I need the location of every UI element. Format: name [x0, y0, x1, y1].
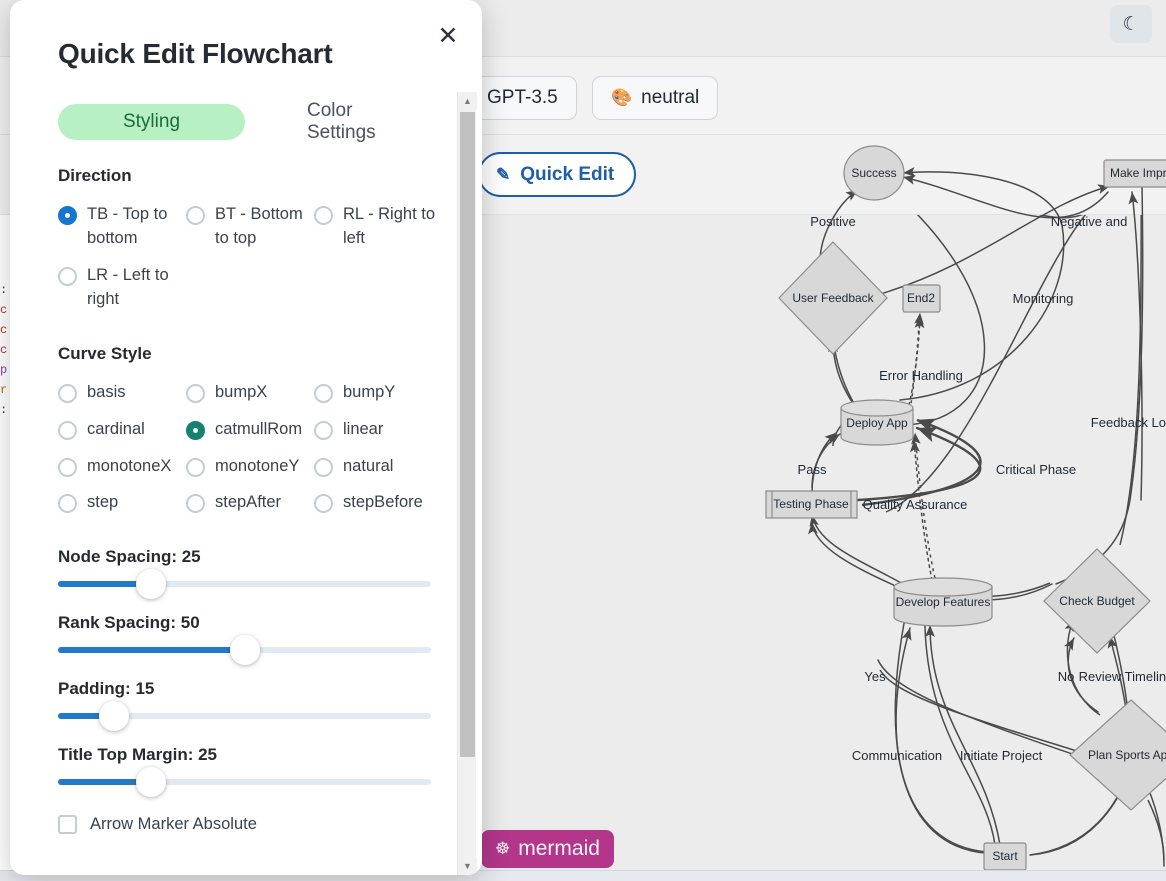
radio-label: monotoneY: [215, 454, 299, 479]
radio-label: catmullRom: [215, 417, 302, 442]
radio-curve-bumpy[interactable]: bumpY: [314, 374, 442, 411]
radio-indicator: [314, 384, 333, 403]
radio-indicator: [314, 458, 333, 477]
radio-curve-linear[interactable]: linear: [314, 411, 442, 448]
radio-indicator: [186, 206, 205, 225]
radio-indicator: [186, 494, 205, 513]
radio-indicator: [58, 206, 77, 225]
page-title: Quick Edit Flowchart: [58, 38, 332, 70]
radio-indicator: [314, 494, 333, 513]
radio-indicator: [186, 458, 205, 477]
app-root: ☾ GPT-3.5 🎨 neutral ✎ Quick Edit: [0, 0, 1166, 881]
tab-styling[interactable]: Styling: [58, 104, 245, 140]
quick-edit-flowchart-modal: ✕ Quick Edit Flowchart Styling Color Set…: [10, 0, 482, 875]
tab-styling-label: Styling: [123, 111, 180, 133]
radio-curve-cardinal[interactable]: cardinal: [58, 411, 186, 448]
radio-indicator: [58, 421, 77, 440]
close-icon[interactable]: ✕: [432, 20, 464, 52]
node-spacing-label: Node Spacing: 25: [58, 547, 432, 567]
radio-indicator: [314, 206, 333, 225]
scroll-down-icon[interactable]: ▼: [458, 857, 477, 875]
radio-label: step: [87, 490, 118, 515]
quick-edit-label: Quick Edit: [520, 164, 614, 186]
radio-indicator: [58, 458, 77, 477]
radio-label: bumpX: [215, 380, 267, 405]
arrow-marker-absolute-label: Arrow Marker Absolute: [90, 815, 257, 834]
radio-indicator: [186, 384, 205, 403]
modal-body: Styling Color Settings Direction TB - To…: [10, 92, 482, 875]
radio-direction-rl[interactable]: RL - Right to left: [314, 196, 442, 257]
node-spacing-slider[interactable]: [58, 581, 431, 587]
quick-edit-button[interactable]: ✎ Quick Edit: [478, 152, 636, 197]
modal-tabs: Styling Color Settings: [58, 104, 432, 140]
direction-section-title: Direction: [58, 166, 432, 186]
curve-style-radio-group: basis bumpX bumpY cardinal: [58, 374, 432, 522]
radio-label: LR - Left to right: [87, 263, 186, 312]
hash-icon: ☸: [495, 839, 510, 859]
radio-label: cardinal: [87, 417, 145, 442]
arrow-marker-absolute-checkbox[interactable]: [58, 815, 77, 834]
radio-curve-monotoney[interactable]: monotoneY: [186, 448, 314, 485]
model-chip-label: GPT-3.5: [487, 87, 558, 109]
padding-slider[interactable]: [58, 713, 431, 719]
radio-indicator: [58, 384, 77, 403]
title-top-margin-slider[interactable]: [58, 779, 431, 785]
radio-label: stepAfter: [215, 490, 281, 515]
direction-radio-group: TB - Top to bottom BT - Bottom to top RL…: [58, 196, 432, 318]
arrow-marker-absolute-row[interactable]: Arrow Marker Absolute: [58, 815, 432, 834]
radio-label: basis: [87, 380, 126, 405]
curve-style-section-title: Curve Style: [58, 344, 432, 364]
model-chip[interactable]: GPT-3.5: [468, 76, 577, 120]
radio-indicator: [58, 494, 77, 513]
radio-curve-step[interactable]: step: [58, 484, 186, 521]
moon-icon[interactable]: ☾: [1110, 5, 1152, 43]
scroll-up-icon[interactable]: ▲: [458, 92, 477, 110]
rank-spacing-label: Rank Spacing: 50: [58, 613, 432, 633]
rank-spacing-slider[interactable]: [58, 647, 431, 653]
radio-curve-stepbefore[interactable]: stepBefore: [314, 484, 442, 521]
radio-label: monotoneX: [87, 454, 171, 479]
radio-curve-bumpx[interactable]: bumpX: [186, 374, 314, 411]
radio-curve-catmullrom[interactable]: catmullRom: [186, 411, 314, 448]
modal-scroll-area: Styling Color Settings Direction TB - To…: [10, 92, 460, 875]
mermaid-badge[interactable]: ☸ mermaid: [481, 830, 614, 868]
radio-direction-bt[interactable]: BT - Bottom to top: [186, 196, 314, 257]
radio-label: TB - Top to bottom: [87, 202, 186, 251]
radio-indicator: [314, 421, 333, 440]
radio-label: stepBefore: [343, 490, 423, 515]
radio-curve-monotonex[interactable]: monotoneX: [58, 448, 186, 485]
tab-color-settings-label: Color Settings: [307, 100, 406, 144]
modal-scrollbar[interactable]: ▲ ▼: [457, 92, 476, 875]
tab-color-settings[interactable]: Color Settings: [281, 104, 432, 140]
radio-label: natural: [343, 454, 393, 479]
pencil-icon: ✎: [496, 165, 510, 185]
theme-chip[interactable]: 🎨 neutral: [592, 76, 718, 120]
padding-label: Padding: 15: [58, 679, 432, 699]
radio-label: BT - Bottom to top: [215, 202, 314, 251]
mermaid-badge-label: mermaid: [518, 837, 600, 861]
radio-curve-natural[interactable]: natural: [314, 448, 442, 485]
radio-curve-basis[interactable]: basis: [58, 374, 186, 411]
radio-indicator: [186, 421, 205, 440]
radio-indicator: [58, 267, 77, 286]
radio-direction-tb[interactable]: TB - Top to bottom: [58, 196, 186, 257]
palette-icon: 🎨: [611, 88, 632, 108]
scrollbar-thumb[interactable]: [460, 112, 475, 757]
radio-label: RL - Right to left: [343, 202, 442, 251]
title-top-margin-label: Title Top Margin: 25: [58, 745, 432, 765]
radio-label: bumpY: [343, 380, 395, 405]
theme-chip-label: neutral: [641, 87, 699, 109]
radio-direction-lr[interactable]: LR - Left to right: [58, 257, 186, 318]
radio-label: linear: [343, 417, 383, 442]
radio-curve-stepafter[interactable]: stepAfter: [186, 484, 314, 521]
